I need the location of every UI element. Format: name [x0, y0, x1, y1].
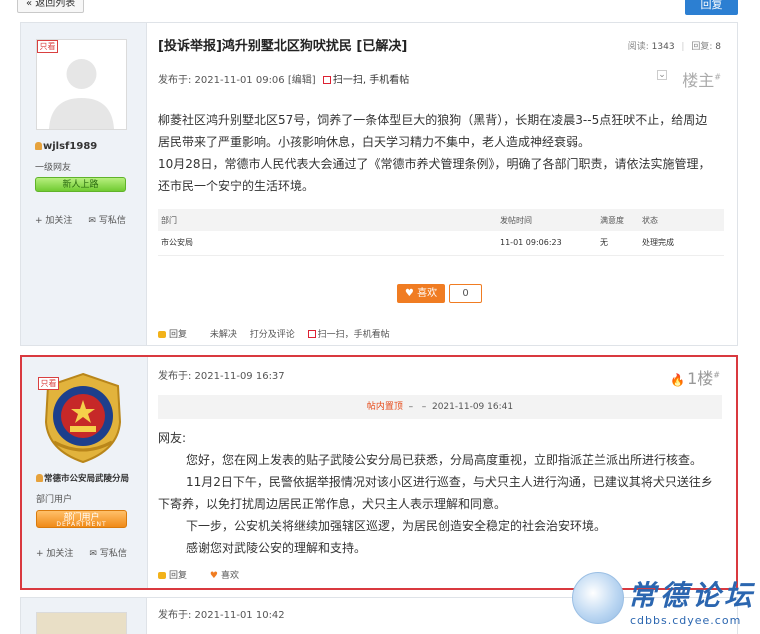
thread-stats: 阅读: 1343 | 回复: 8: [627, 42, 721, 52]
level-badge: 新人上路: [35, 177, 126, 192]
author-group: 一级网友: [35, 163, 72, 173]
message-link[interactable]: ✉ 写私信: [88, 216, 133, 226]
user-icon: [35, 142, 42, 150]
author-sidebar: 只看 wjlsf1989 一级网友 新人上路 + 加关注 ✉ 写私信: [21, 23, 147, 345]
avatar[interactable]: [36, 612, 127, 634]
like-button[interactable]: ♥ 喜欢: [397, 284, 445, 303]
post-footer: 回复 ♥ 喜欢: [158, 568, 259, 581]
post-original: 只看 wjlsf1989 一级网友 新人上路 + 加关注 ✉ 写私信 [投诉举报]…: [20, 22, 738, 346]
floor-label: 🔥 1楼#: [670, 369, 720, 388]
edit-link[interactable]: [编辑]: [288, 75, 316, 86]
post-content: 柳菱社区鸿升别墅北区57号，饲养了一条体型巨大的狼狗（黑背），长期在凌晨3--5…: [158, 113, 711, 193]
post-content: 网友: 您好，您在网上发表的贴子武陵公安分局已获悉，分局高度重视，立即指派芷兰派…: [158, 431, 713, 555]
post-reply-official: 只看 常德市公安局武陵分局 部门用户 部门用户 DEPARTMENT + 加关注…: [20, 355, 738, 590]
chevron-down-icon[interactable]: ⌄: [657, 70, 667, 80]
rate-comment-link[interactable]: 打分及评论: [250, 330, 295, 340]
site-watermark: 常德论坛 cdbbs.cdyee.com: [572, 572, 760, 634]
table-row: 市公安局 11-01 09:06:23 无 处理完成: [158, 231, 724, 256]
author-links: + 加关注 ✉ 写私信: [36, 546, 143, 559]
heart-icon: ♥: [404, 288, 414, 299]
message-link[interactable]: ✉ 写私信: [89, 549, 134, 559]
table-header-row: 部门 发帖时间 满意度 状态: [158, 209, 724, 231]
fire-icon: 🔥: [670, 373, 686, 387]
heart-icon: ♥: [209, 571, 218, 581]
site-logo-icon: [572, 572, 624, 624]
only-view-author-badge[interactable]: 只看: [37, 40, 58, 53]
qr-code-icon: [322, 76, 331, 84]
post-meta: 发布于: 2021-11-01 09:06 [编辑] 扫一扫, 手机看帖: [158, 75, 410, 86]
author-links: + 加关注 ✉ 写私信: [35, 213, 142, 226]
top-toolbar: « 返回列表 回复: [0, 0, 760, 18]
reply-link[interactable]: 回复: [158, 571, 197, 581]
reply-link[interactable]: 回复: [158, 330, 197, 340]
mobile-view-link[interactable]: 扫一扫，手机看帖: [307, 330, 400, 340]
mobile-view-link[interactable]: 扫一扫, 手机看帖: [333, 75, 409, 86]
reply-icon: [158, 331, 166, 338]
department-table: 部门 发帖时间 满意度 状态 市公安局 11-01 09:06:23 无 处理完…: [158, 209, 724, 256]
only-view-author-badge[interactable]: 只看: [38, 377, 59, 390]
follow-link[interactable]: + 加关注: [36, 549, 81, 559]
post-meta: 发布于: 2021-11-09 16:37: [158, 371, 285, 382]
reply-icon: [158, 572, 166, 579]
author-group: 部门用户: [36, 495, 73, 505]
sticky-notice: 帖内置顶 – – 2021-11-09 16:41: [158, 395, 722, 419]
like-count: 0: [449, 284, 482, 303]
author-sidebar: [21, 598, 147, 634]
qr-code-icon: [307, 330, 316, 338]
unsolved-link[interactable]: 未解决: [210, 330, 237, 340]
user-icon: [36, 474, 43, 482]
post-footer: 回复 未解决 打分及评论 扫一扫，手机看帖: [158, 327, 410, 340]
author-name[interactable]: wjlsf1989: [35, 141, 97, 152]
default-avatar-icon: [37, 40, 126, 129]
thread-title: [投诉举报]鸿升别墅北区狗吠扰民 [已解决]: [158, 39, 408, 54]
post-meta: 发布于: 2021-11-01 10:42: [158, 610, 285, 621]
watermark-title: 常德论坛: [628, 579, 757, 612]
follow-link[interactable]: + 加关注: [35, 216, 80, 226]
level-badge: 部门用户 DEPARTMENT: [36, 510, 127, 528]
like-link[interactable]: ♥ 喜欢: [210, 571, 249, 581]
author-sidebar: 只看 常德市公安局武陵分局 部门用户 部门用户 DEPARTMENT + 加关注…: [22, 357, 148, 588]
watermark-url: cdbbs.cdyee.com: [630, 614, 742, 627]
author-name[interactable]: 常德市公安局武陵分局: [36, 472, 129, 484]
floor-label: 楼主#: [682, 71, 721, 90]
back-to-list-button[interactable]: « 返回列表: [17, 0, 85, 13]
reply-button[interactable]: 回复: [685, 0, 738, 15]
